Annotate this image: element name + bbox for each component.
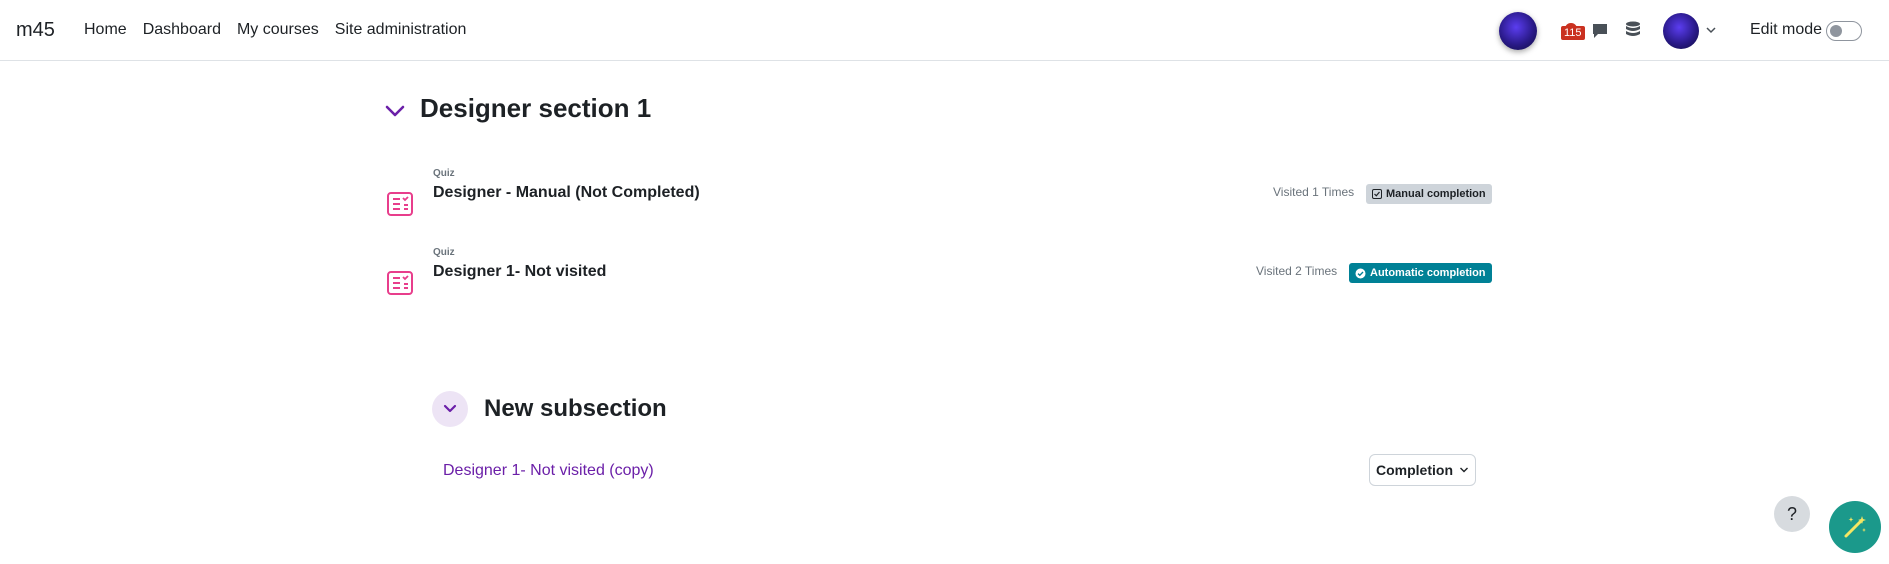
edit-mode-label: Edit mode <box>1750 21 1823 38</box>
activity-item: Quiz Designer 1- Not visited Visited 2 T… <box>385 247 1495 307</box>
chevron-down-icon <box>1460 467 1468 473</box>
section-title: Designer section 1 <box>420 93 652 123</box>
quiz-icon <box>387 271 413 295</box>
nav-home[interactable]: Home <box>84 21 127 39</box>
site-brand[interactable]: m45 <box>16 19 55 42</box>
activity-link[interactable]: Designer 1- Not visited (copy) <box>443 462 654 480</box>
visit-count: Visited 1 Times <box>1273 185 1355 199</box>
checkbox-icon <box>1372 189 1382 199</box>
visit-count: Visited 2 Times <box>1256 264 1338 278</box>
activity-name[interactable]: Designer - Manual (Not Completed) <box>433 184 700 202</box>
activity-name[interactable]: Designer 1- Not visited <box>433 263 606 281</box>
database-icon[interactable] <box>1625 21 1641 39</box>
message-icon[interactable] <box>1591 22 1609 40</box>
user-avatar[interactable] <box>1663 13 1699 49</box>
quiz-icon <box>387 192 413 216</box>
activity-item: Quiz Designer - Manual (Not Completed) V… <box>385 168 1495 228</box>
nav-dashboard[interactable]: Dashboard <box>143 21 221 39</box>
ai-assistant-avatar[interactable] <box>1499 12 1537 50</box>
nav-site-administration[interactable]: Site administration <box>335 21 467 39</box>
chevron-down-icon <box>443 404 457 413</box>
subsection-title: New subsection <box>484 395 667 422</box>
completion-label: Manual completion <box>1386 188 1486 200</box>
subsection-collapse-button[interactable] <box>432 391 468 427</box>
completion-label: Automatic completion <box>1370 267 1486 279</box>
primary-navigation: Home Dashboard My courses Site administr… <box>84 21 466 39</box>
activity-type: Quiz <box>433 247 455 258</box>
toggle-knob <box>1830 25 1842 37</box>
check-circle-icon <box>1355 268 1366 278</box>
help-button[interactable]: ? <box>1774 496 1810 532</box>
completion-dropdown-button[interactable]: Completion <box>1369 454 1476 486</box>
completion-button-label: Completion <box>1376 462 1453 478</box>
nav-my-courses[interactable]: My courses <box>237 21 319 39</box>
chevron-down-icon[interactable] <box>1706 25 1716 35</box>
magic-wand-icon <box>1844 516 1866 538</box>
activity-type: Quiz <box>433 168 455 179</box>
help-icon: ? <box>1786 503 1797 524</box>
section-collapse-chevron-icon[interactable] <box>384 100 406 122</box>
manual-completion-badge[interactable]: Manual completion <box>1366 184 1492 204</box>
edit-mode-toggle[interactable] <box>1826 21 1862 41</box>
ai-magic-button[interactable] <box>1829 501 1881 553</box>
automatic-completion-badge[interactable]: Automatic completion <box>1349 263 1492 283</box>
notification-count-badge[interactable]: 115 <box>1561 26 1585 40</box>
